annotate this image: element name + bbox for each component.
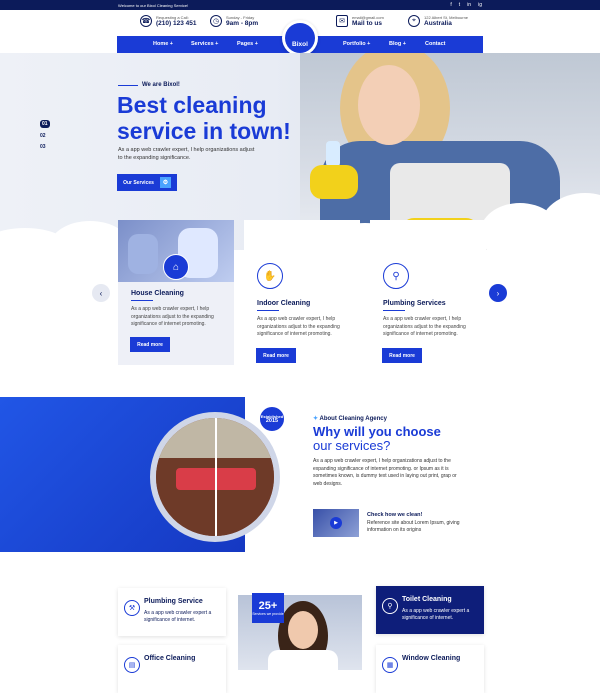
lower-card-window[interactable]: ▦ Window Cleaning: [376, 645, 484, 693]
slide-indicators: 01 02 03: [40, 120, 50, 155]
nav-pages[interactable]: Pages +: [237, 41, 258, 47]
lower-card-toilet[interactable]: ⚲ Toilet Cleaning As a app web crawler e…: [376, 586, 484, 634]
slide-dot-2[interactable]: 02: [40, 133, 50, 139]
read-more-button[interactable]: Read more: [130, 337, 170, 352]
lower-card-desc: As a app web crawler expert a significan…: [402, 608, 470, 621]
why-eyebrow-text: About Cleaning Agency: [319, 416, 387, 422]
why-title: Why will you choose our services?: [313, 425, 453, 453]
why-paragraph: As a app web crawler expert, I help orga…: [313, 458, 457, 487]
top-bar: Welcome to our Bixol Cleaning Service! f…: [0, 0, 600, 10]
services-count-label: Services we provide: [252, 612, 284, 616]
welcome-text: Welcome to our Bixol Cleaning Service!: [118, 3, 189, 8]
service-title-indoor: Indoor Cleaning: [257, 300, 310, 311]
call-value: (210) 123 451: [156, 20, 197, 27]
why-title-bold: Why will you choose: [313, 424, 441, 439]
service-card-indoor[interactable]: ✋ Indoor Cleaning As a app web crawler e…: [244, 220, 360, 365]
read-more-button[interactable]: Read more: [256, 348, 296, 363]
lower-card-plumbing[interactable]: ⚒ Plumbing Service As a app web crawler …: [118, 588, 226, 636]
toilet-icon: ⚲: [382, 598, 398, 614]
video-title[interactable]: Check how we clean!: [367, 512, 422, 518]
established-badge: Established 2015: [258, 405, 286, 433]
service-desc-plumbing: As a app web crawler expert, I help orga…: [383, 316, 466, 337]
nav-portfolio[interactable]: Portfolio +: [343, 41, 370, 47]
twitter-icon[interactable]: t: [459, 2, 460, 8]
hours-value: 9am - 8pm: [226, 20, 259, 27]
location-pin-icon: ⌖: [408, 15, 420, 27]
lower-card-title: Window Cleaning: [402, 655, 461, 662]
next-arrow-icon[interactable]: ›: [489, 284, 507, 302]
lower-card-title: Plumbing Service: [144, 598, 203, 605]
logo-text: Bixol: [285, 23, 315, 53]
faucet-icon: ⚲: [383, 263, 409, 289]
our-services-label: Our Services: [123, 179, 154, 186]
hero-eyebrow: We are Bixol!: [118, 82, 180, 88]
clock-icon: ◷: [210, 15, 222, 27]
office-icon: ▤: [124, 657, 140, 673]
lower-card-title: Toilet Cleaning: [402, 596, 452, 603]
nav-home[interactable]: Home +: [153, 41, 173, 47]
lower-card-office[interactable]: ▤ Office Cleaning: [118, 645, 226, 693]
facebook-icon[interactable]: f: [450, 2, 451, 8]
window-icon: ▦: [382, 657, 398, 673]
hero-title: Best cleaning service in town!: [117, 92, 291, 144]
instagram-icon[interactable]: ig: [478, 2, 482, 8]
house-icon: ⌂: [163, 254, 189, 280]
nav-services[interactable]: Services +: [191, 41, 218, 47]
settings-icon: ⚙: [159, 177, 171, 188]
slide-dot-1[interactable]: 01: [40, 120, 50, 128]
service-card-house[interactable]: ⌂ House Cleaning As a app web crawler ex…: [118, 220, 234, 365]
services-count-badge: 25+ Services we provide: [252, 593, 284, 623]
mail-value: Mail to us: [352, 20, 382, 27]
services-count: 25+: [258, 600, 278, 612]
prev-arrow-icon[interactable]: ‹: [92, 284, 110, 302]
nav-contact[interactable]: Contact: [425, 41, 445, 47]
lower-card-desc: As a app web crawler expert a significan…: [144, 610, 212, 623]
cleaning-hand-icon: ✋: [257, 263, 283, 289]
lower-card-title: Office Cleaning: [144, 655, 196, 662]
mail-icon: ✉: [336, 15, 348, 27]
video-desc: Reference site about Lorem Ipsum, giving…: [367, 520, 460, 533]
play-icon[interactable]: ▶: [330, 517, 342, 529]
nav-blog[interactable]: Blog +: [389, 41, 406, 47]
hero-eyebrow-text: We are Bixol!: [142, 82, 180, 88]
service-cards: ⌂ House Cleaning As a app web crawler ex…: [0, 220, 600, 370]
read-more-button[interactable]: Read more: [382, 348, 422, 363]
mail-info[interactable]: ✉ email@gmail.com Mail to us: [336, 15, 384, 27]
service-card-plumbing[interactable]: ⚲ Plumbing Services As a app web crawler…: [370, 220, 486, 365]
social-links: f t in ig: [450, 2, 482, 8]
slide-dot-3[interactable]: 03: [40, 144, 50, 150]
address-info: ⌖ 122 Albert St, Melbourne Australia: [408, 15, 468, 27]
site-logo[interactable]: Bixol: [282, 20, 318, 56]
hours-info: ◷ Sunday - Friday 9am - 8pm: [210, 15, 258, 27]
phone-icon: ☎: [140, 15, 152, 27]
our-services-button[interactable]: Our Services ⚙: [117, 174, 177, 191]
service-title-house: House Cleaning: [131, 290, 184, 301]
linkedin-icon[interactable]: in: [467, 2, 471, 8]
service-desc-house: As a app web crawler expert, I help orga…: [131, 306, 214, 327]
hero-lead: As a app web crawler expert, I help orga…: [118, 147, 255, 161]
why-eyebrow: ✦ About Cleaning Agency: [313, 415, 387, 422]
why-image: [150, 412, 280, 542]
service-title-plumbing: Plumbing Services: [383, 300, 446, 311]
address-value: Australia: [424, 20, 452, 27]
tools-icon: ⚒: [124, 600, 140, 616]
call-info[interactable]: ☎ Requesting a Call: (210) 123 451: [140, 15, 196, 27]
why-section: [0, 397, 600, 552]
established-year: 2015: [265, 418, 279, 424]
service-desc-indoor: As a app web crawler expert, I help orga…: [257, 316, 340, 337]
why-title-light: our services?: [313, 438, 391, 453]
